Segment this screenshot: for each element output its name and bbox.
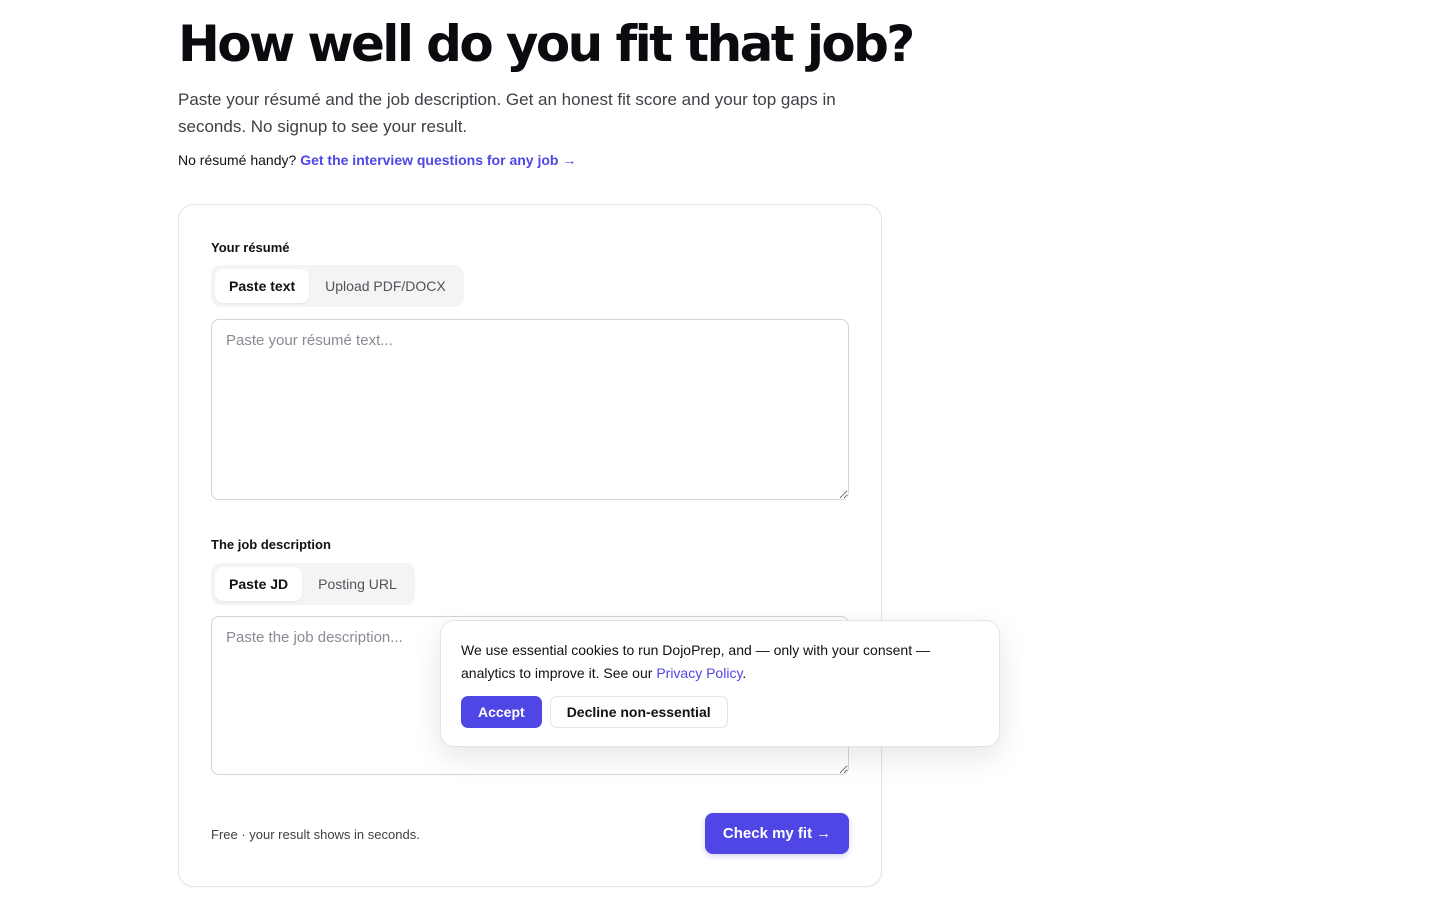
privacy-policy-link[interactable]: Privacy Policy [656, 665, 742, 681]
alt-prompt-line: No résumé handy? Get the interview quest… [178, 150, 576, 170]
tab-posting-url[interactable]: Posting URL [304, 567, 411, 601]
tab-paste-text[interactable]: Paste text [215, 269, 310, 303]
check-fit-button[interactable]: Check my fit → [705, 813, 849, 854]
page-subtitle: Paste your résumé and the job descriptio… [178, 90, 836, 136]
arrow-right-icon: → [816, 825, 832, 842]
interview-questions-link[interactable]: Get the interview questions for any job … [300, 152, 576, 168]
tab-paste-jd[interactable]: Paste JD [215, 567, 303, 601]
tab-upload-file[interactable]: Upload PDF/DOCX [311, 269, 460, 303]
resume-textarea[interactable] [211, 319, 849, 500]
job-description-label: The job description [211, 537, 331, 552]
job-input-mode-toggle: Paste JD Posting URL [211, 563, 415, 605]
cookie-banner: We use essential cookies to run DojoPrep… [440, 620, 1000, 747]
cookie-message-end: . [742, 665, 747, 681]
footer-note: Free · your result shows in seconds. [211, 827, 420, 842]
resume-input-mode-toggle: Paste text Upload PDF/DOCX [211, 265, 464, 307]
decline-cookies-button[interactable]: Decline non-essential [549, 696, 728, 728]
arrow-right-icon: → [562, 152, 577, 168]
page-title: How well do you fit that job? [178, 15, 915, 73]
cookie-actions: Accept Decline non-essential [461, 696, 728, 728]
fit-check-form: Your résumé Paste text Upload PDF/DOCX T… [178, 204, 882, 887]
alt-prompt-text: No résumé handy? [178, 152, 297, 168]
interview-questions-link-label: Get the interview questions for any job [300, 152, 559, 168]
cookie-message: We use essential cookies to run DojoPrep… [461, 639, 979, 685]
resume-label: Your résumé [211, 240, 290, 255]
accept-cookies-button[interactable]: Accept [461, 696, 542, 728]
check-fit-button-label: Check my fit [722, 825, 813, 842]
